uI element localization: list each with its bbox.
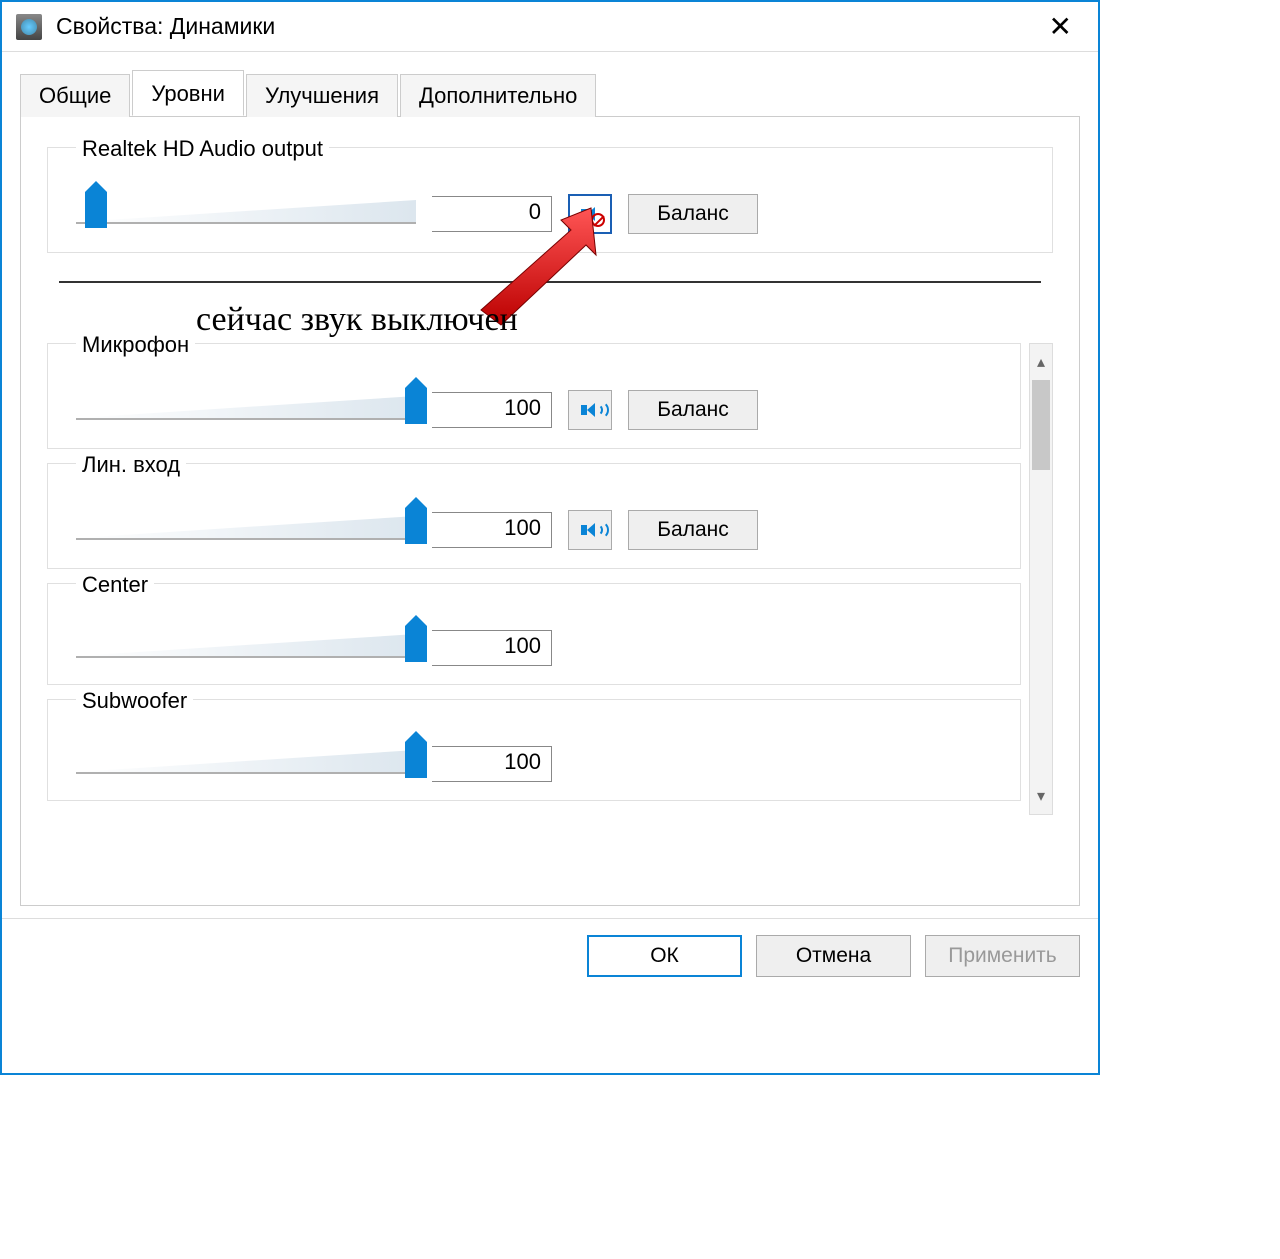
volume-slider[interactable] (76, 746, 416, 782)
tab-label: Улучшения (265, 83, 379, 108)
balance-button[interactable]: Баланс (628, 510, 758, 550)
mute-button[interactable] (568, 510, 612, 550)
slider-thumb[interactable] (405, 742, 427, 778)
scrollbar-track[interactable] (1030, 380, 1052, 778)
volume-value-main: 0 (432, 196, 552, 232)
balance-button-main[interactable]: Баланс (628, 194, 758, 234)
tab-advanced[interactable]: Дополнительно (400, 74, 596, 117)
volume-value: 100 (432, 512, 552, 548)
group-legend: Лин. вход (76, 452, 186, 478)
volume-slider[interactable] (76, 630, 416, 666)
group-line-in: Лин. вход 100 Балан (47, 463, 1021, 569)
speaker-muted-icon (581, 205, 599, 223)
close-icon[interactable]: ✕ (1037, 7, 1084, 47)
tab-label: Общие (39, 83, 111, 108)
volume-slider-main[interactable] (76, 196, 416, 232)
group-legend: Center (76, 572, 154, 598)
apply-button[interactable]: Применить (925, 935, 1080, 977)
group-legend: Realtek HD Audio output (76, 136, 329, 162)
group-center: Center 100 (47, 583, 1021, 685)
group-main-output: Realtek HD Audio output 0 Баланс (47, 147, 1053, 253)
tab-label: Дополнительно (419, 83, 577, 108)
group-microphone: Микрофон 100 Баланс (47, 343, 1021, 449)
tab-levels[interactable]: Уровни (132, 70, 244, 116)
tab-general[interactable]: Общие (20, 74, 130, 117)
speaker-on-icon (581, 401, 599, 419)
vertical-scrollbar[interactable]: ▴ ▾ (1029, 343, 1053, 815)
group-legend: Subwoofer (76, 688, 193, 714)
tab-panel-levels: Realtek HD Audio output 0 Баланс (20, 116, 1080, 906)
slider-thumb[interactable] (405, 388, 427, 424)
slider-thumb[interactable] (85, 192, 107, 228)
mute-button[interactable] (568, 390, 612, 430)
cancel-button[interactable]: Отмена (756, 935, 911, 977)
annotation-text: сейчас звук выключен (196, 301, 518, 339)
scroll-up-icon[interactable]: ▴ (1037, 344, 1045, 380)
tab-label: Уровни (151, 81, 225, 106)
title-bar: Свойства: Динамики ✕ (2, 2, 1098, 52)
balance-button[interactable]: Баланс (628, 390, 758, 430)
speaker-on-icon (581, 521, 599, 539)
scroll-down-icon[interactable]: ▾ (1037, 778, 1045, 814)
scrollbar-thumb[interactable] (1032, 380, 1050, 470)
dialog-footer: ОК Отмена Применить (2, 918, 1098, 993)
tab-enhancements[interactable]: Улучшения (246, 74, 398, 117)
mute-button-main[interactable] (568, 194, 612, 234)
group-legend: Микрофон (76, 332, 195, 358)
volume-value: 100 (432, 392, 552, 428)
window-title: Свойства: Динамики (56, 13, 275, 40)
tab-strip: Общие Уровни Улучшения Дополнительно (20, 70, 1080, 116)
slider-thumb[interactable] (405, 626, 427, 662)
volume-value: 100 (432, 746, 552, 782)
app-icon (16, 14, 42, 40)
group-subwoofer: Subwoofer 100 (47, 699, 1021, 801)
volume-slider[interactable] (76, 392, 416, 428)
ok-button[interactable]: ОК (587, 935, 742, 977)
volume-value: 100 (432, 630, 552, 666)
volume-slider[interactable] (76, 512, 416, 548)
slider-thumb[interactable] (405, 508, 427, 544)
divider (59, 281, 1041, 283)
